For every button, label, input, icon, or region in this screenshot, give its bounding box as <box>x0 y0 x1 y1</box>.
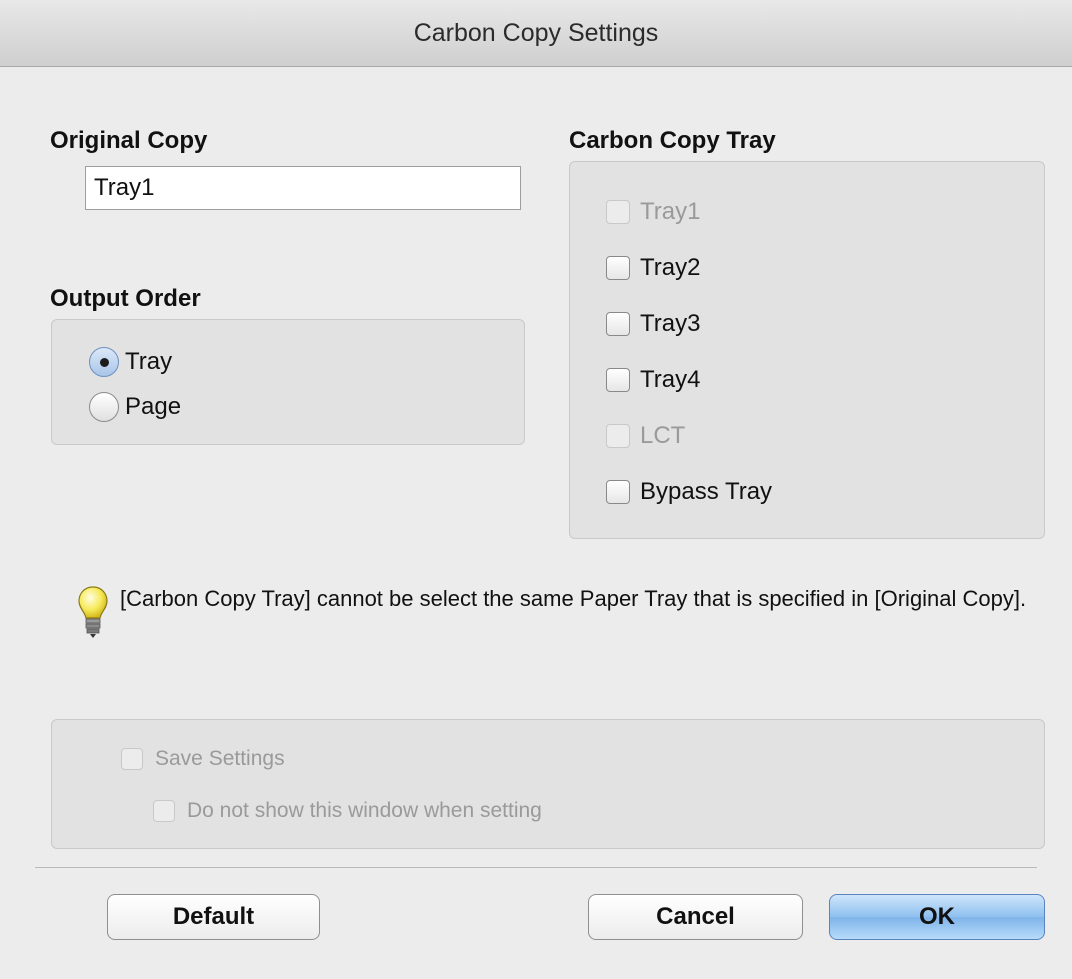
carbon-copy-tray-label: Carbon Copy Tray <box>569 127 776 154</box>
checkbox-row-tray2[interactable]: Tray2 <box>606 254 700 282</box>
output-order-group <box>51 319 525 445</box>
title-bar[interactable]: Carbon Copy Settings <box>0 0 1072 67</box>
checkbox-row-tray3[interactable]: Tray3 <box>606 310 700 338</box>
checkbox-tray3-label: Tray3 <box>640 310 701 337</box>
checkbox-row-tray4[interactable]: Tray4 <box>606 366 700 394</box>
checkbox-row-tray1[interactable]: Tray1 <box>606 198 700 226</box>
radio-option-tray[interactable]: Tray <box>89 347 172 377</box>
ok-button[interactable]: OK <box>829 894 1045 940</box>
original-copy-field[interactable] <box>85 166 521 210</box>
checkbox-tray4[interactable] <box>606 368 630 392</box>
radio-option-page[interactable]: Page <box>89 392 181 422</box>
radio-tray-button[interactable] <box>89 347 119 377</box>
checkbox-bypass-tray[interactable] <box>606 480 630 504</box>
checkbox-tray2[interactable] <box>606 256 630 280</box>
do-not-show-label: Do not show this window when setting <box>187 799 542 822</box>
save-settings-group <box>51 719 1045 849</box>
output-order-label: Output Order <box>50 285 201 312</box>
checkbox-tray3[interactable] <box>606 312 630 336</box>
default-button[interactable]: Default <box>107 894 320 940</box>
checkbox-tray1-label: Tray1 <box>640 198 701 225</box>
radio-page-label: Page <box>125 393 182 420</box>
checkbox-tray1[interactable] <box>606 200 630 224</box>
cancel-button[interactable]: Cancel <box>588 894 803 940</box>
checkbox-lct[interactable] <box>606 424 630 448</box>
checkbox-lct-label: LCT <box>640 422 686 449</box>
hint-message: [Carbon Copy Tray] cannot be select the … <box>120 586 1027 611</box>
checkbox-bypass-tray-label: Bypass Tray <box>640 478 773 505</box>
original-copy-label: Original Copy <box>50 127 208 154</box>
checkbox-tray2-label: Tray2 <box>640 254 701 281</box>
checkbox-do-not-show[interactable] <box>153 800 175 822</box>
checkbox-row-save-settings[interactable]: Save Settings <box>121 747 285 771</box>
checkbox-row-bypass-tray[interactable]: Bypass Tray <box>606 478 772 506</box>
save-settings-label: Save Settings <box>155 747 285 770</box>
checkbox-tray4-label: Tray4 <box>640 366 701 393</box>
radio-tray-label: Tray <box>125 348 173 375</box>
radio-page-button[interactable] <box>89 392 119 422</box>
window-title: Carbon Copy Settings <box>413 19 659 47</box>
lightbulb-icon <box>78 586 108 638</box>
checkbox-row-do-not-show[interactable]: Do not show this window when setting <box>153 799 542 823</box>
footer-divider <box>35 867 1037 868</box>
checkbox-row-lct[interactable]: LCT <box>606 422 685 450</box>
checkbox-save-settings[interactable] <box>121 748 143 770</box>
